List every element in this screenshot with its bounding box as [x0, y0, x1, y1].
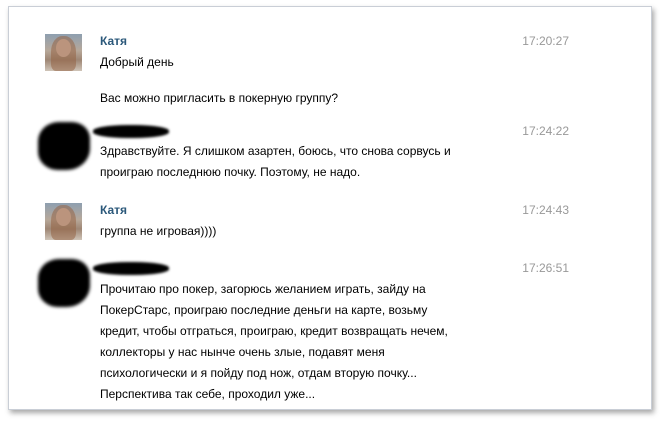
author-name[interactable]: Катя [100, 203, 127, 217]
message-text: проиграю последнюю почку. Поэтому, не на… [100, 165, 361, 179]
redacted-avatar [38, 122, 90, 170]
redacted-avatar [38, 259, 90, 307]
redacted-name [93, 262, 169, 275]
message-text: кредит, чтобы отграться, проиграю, креди… [100, 324, 448, 338]
chat-window: Катя 17:20:27 Добрый день Вас можно приг… [8, 6, 652, 410]
message-text: Прочитаю про покер, загорюсь желанием иг… [100, 282, 426, 296]
message-text: Здравствуйте. Я слишком азартен, боюсь, … [100, 144, 451, 158]
avatar[interactable] [45, 34, 82, 71]
message-text: Вас можно пригласить в покерную группу? [100, 91, 339, 105]
avatar[interactable] [45, 203, 82, 240]
message-text: коллекторы у нас нынче очень злые, подав… [100, 345, 385, 359]
message-text: Перспектива так себе, проходил уже... [100, 387, 316, 401]
message-text: группа не игровая)))) [100, 224, 217, 238]
message-time: 17:24:22 [522, 124, 569, 138]
redacted-name [93, 125, 169, 138]
message-time: 17:24:43 [522, 203, 569, 217]
message-time: 17:26:51 [522, 261, 569, 275]
message-time: 17:20:27 [522, 34, 569, 48]
message-text: ПокерСтарс, проиграю последние деньги на… [100, 303, 428, 317]
message-text: психологически и я пойду под нож, отдам … [100, 366, 417, 380]
message-text: Добрый день [100, 55, 174, 69]
author-name[interactable]: Катя [100, 34, 127, 48]
